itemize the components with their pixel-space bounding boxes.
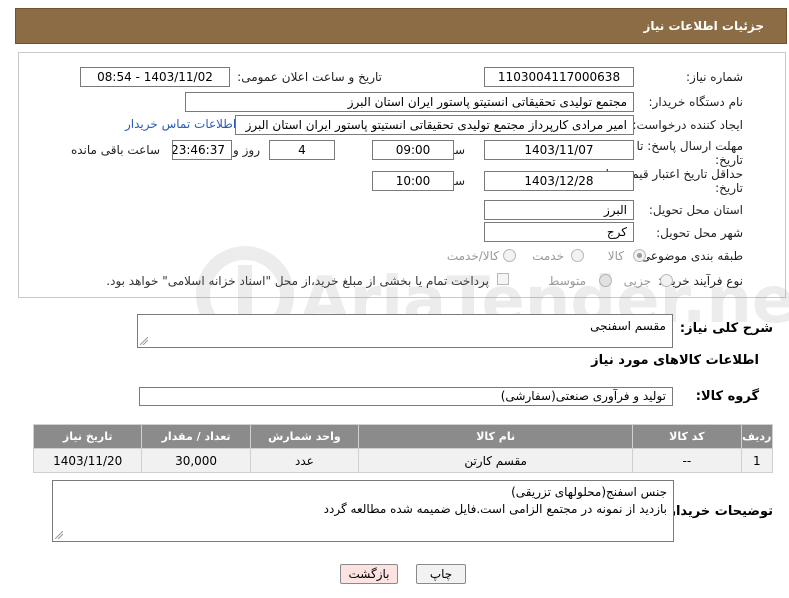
process-minor-option: جزیی (623, 274, 651, 288)
requester-field[interactable]: امیر مرادی کارپرداز مجتمع تولیدی تحقیقات… (235, 115, 634, 135)
need-number-field[interactable]: 1103004117000638 (484, 67, 634, 87)
cell-row: 1 (740, 448, 774, 473)
col-header-qty: تعداد / مقدار (141, 424, 251, 449)
price-validity-time-field[interactable]: 10:00 (372, 171, 454, 191)
buyer-notes-label: توضیحات خریدار: (663, 504, 773, 519)
reply-deadline-label-date: تاریخ: (715, 153, 743, 167)
print-button[interactable]: چاپ (416, 564, 466, 584)
remaining-time-field[interactable]: 23:46:37 (172, 140, 232, 160)
buyer-org-label: نام دستگاه خریدار: (648, 95, 744, 109)
col-header-date: تاریخ نیاز (32, 424, 143, 449)
announce-datetime-field[interactable]: 1403/11/02 - 08:54 (80, 67, 230, 87)
category-both-radio[interactable] (503, 249, 516, 262)
category-service-option: خدمت (532, 249, 564, 263)
cell-name: مقسم کارتن (358, 448, 634, 473)
buyer-notes-line-1: جنس اسفنج(محلولهای تزریقی) (511, 485, 667, 499)
need-number-label: شماره نیاز: (686, 70, 743, 84)
reply-deadline-time-field[interactable]: 09:00 (372, 140, 454, 160)
reply-deadline-label: مهلت ارسال پاسخ: تا (636, 139, 743, 153)
buyer-contact-link[interactable]: اطلاعات تماس خریدار (125, 117, 236, 131)
back-button[interactable]: بازگشت (340, 564, 398, 584)
delivery-city-label: شهر محل تحویل: (656, 226, 743, 240)
delivery-province-label: استان محل تحویل: (648, 203, 743, 217)
table-row[interactable]: 1 -- مقسم کارتن عدد 30,000 1403/11/20 (32, 448, 774, 473)
requester-label: ایجاد کننده درخواست: (632, 118, 743, 132)
buyer-org-field[interactable]: مجتمع تولیدی تحقیقاتی انستیتو پاستور ایر… (185, 92, 634, 112)
cell-code: -- (632, 448, 742, 473)
col-header-code: کد کالا (632, 424, 742, 449)
cell-date: 1403/11/20 (32, 448, 143, 473)
days-label: روز و (233, 143, 260, 157)
delivery-city-field[interactable]: کرج (484, 222, 634, 242)
category-goods-option: کالا (607, 249, 624, 263)
need-summary-label: شرح کلی نیاز: (679, 321, 773, 336)
treasury-payment-note: پرداخت تمام یا بخشی از مبلغ خرید،از محل … (106, 274, 489, 288)
resize-handle-icon[interactable] (55, 531, 63, 539)
goods-group-field[interactable]: تولید و فرآوری صنعتی(سفارشی) (139, 387, 673, 406)
page-title: جزئیات اطلاعات نیاز (643, 19, 764, 33)
col-header-unit: واحد شمارش (249, 424, 360, 449)
process-medium-option: متوسط (548, 274, 586, 288)
goods-group-label: گروه کالا: (695, 389, 759, 404)
remaining-days-field[interactable]: 4 (269, 140, 335, 160)
header-bar: جزئیات اطلاعات نیاز (15, 8, 787, 44)
resize-handle-icon[interactable] (140, 337, 148, 345)
delivery-province-field[interactable]: البرز (484, 200, 634, 220)
col-header-row: ردیف (740, 424, 774, 449)
col-header-name: نام کالا (358, 424, 634, 449)
cell-unit: عدد (249, 448, 360, 473)
treasury-payment-checkbox[interactable] (497, 273, 509, 285)
category-goods-radio[interactable] (633, 249, 646, 262)
price-validity-label-date: تاریخ: (715, 181, 743, 195)
category-service-radio[interactable] (571, 249, 584, 262)
process-minor-radio[interactable] (660, 274, 673, 287)
remaining-time-label: ساعت باقی مانده (70, 143, 160, 157)
category-both-option: کالا/خدمت (446, 249, 499, 263)
need-summary-text: مقسم اسفنجی (590, 319, 666, 333)
announce-datetime-label: تاریخ و ساعت اعلان عمومی: (237, 70, 382, 84)
category-label: طبقه بندی موضوعی: (636, 249, 743, 263)
buyer-notes-textarea[interactable]: جنس اسفنج(محلولهای تزریقی) بازدید از نمو… (52, 480, 674, 542)
buyer-notes-line-2: بازدید از نمونه در مجتمع الزامی است.فایل… (323, 502, 667, 516)
goods-table: ردیف کد کالا نام کالا واحد شمارش تعداد /… (32, 424, 774, 473)
cell-qty: 30,000 (141, 448, 251, 473)
need-summary-textarea[interactable]: مقسم اسفنجی (137, 314, 673, 348)
price-validity-date-field[interactable]: 1403/12/28 (484, 171, 634, 191)
goods-section-title: اطلاعات کالاهای مورد نیاز (591, 353, 759, 368)
reply-deadline-date-field[interactable]: 1403/11/07 (484, 140, 634, 160)
process-medium-radio[interactable] (599, 274, 612, 287)
